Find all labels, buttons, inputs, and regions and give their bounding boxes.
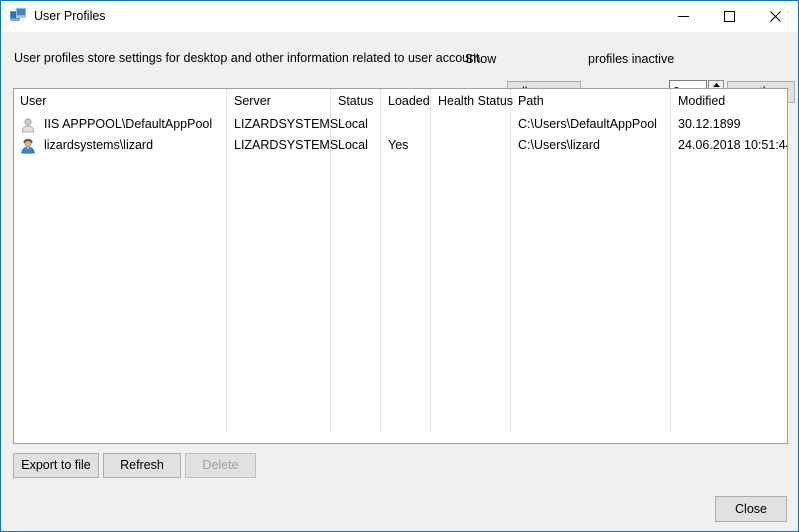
cell-server: LIZARDSYSTEMS: [234, 117, 338, 131]
close-button[interactable]: [752, 1, 798, 31]
column-header-status[interactable]: Status: [338, 94, 373, 108]
cell-user: lizardsystems\lizard: [44, 138, 153, 152]
show-label: Show: [465, 52, 496, 66]
description-text: User profiles store settings for desktop…: [14, 51, 483, 65]
cell-modified: 30.12.1899: [678, 117, 741, 131]
delete-button: Delete: [185, 453, 256, 478]
column-header-server[interactable]: Server: [234, 94, 271, 108]
column-header-modified[interactable]: Modified: [678, 94, 725, 108]
cell-path: C:\Users\lizard: [518, 138, 600, 152]
minimize-icon: [678, 11, 689, 22]
table-row[interactable]: lizardsystems\lizard LIZARDSYSTEMS Local…: [14, 136, 787, 157]
user-icon-inactive: [20, 117, 36, 133]
table-row[interactable]: IIS APPPOOL\DefaultAppPool LIZARDSYSTEMS…: [14, 115, 787, 136]
user-icon-active: [20, 138, 36, 154]
cell-user: IIS APPPOOL\DefaultAppPool: [44, 117, 212, 131]
column-header-health[interactable]: Health Status: [438, 94, 513, 108]
minimize-button[interactable]: [660, 1, 706, 31]
user-profiles-window: User Profiles User profiles store settin…: [0, 0, 799, 532]
user-profiles-icon: [10, 8, 27, 24]
close-icon: [770, 11, 781, 22]
cell-status: Local: [338, 138, 368, 152]
user-profiles-list[interactable]: User Server Status Loaded Health Status …: [13, 88, 788, 444]
cell-server: LIZARDSYSTEMS: [234, 138, 338, 152]
column-header-path[interactable]: Path: [518, 94, 544, 108]
close-dialog-button[interactable]: Close: [715, 496, 787, 522]
refresh-button[interactable]: Refresh: [103, 453, 181, 478]
column-header-loaded[interactable]: Loaded: [388, 94, 430, 108]
cell-loaded: Yes: [388, 138, 408, 152]
maximize-button[interactable]: [706, 1, 752, 31]
list-header-row: User Server Status Loaded Health Status …: [14, 89, 787, 113]
column-header-user[interactable]: User: [20, 94, 46, 108]
titlebar: User Profiles: [1, 1, 798, 33]
cell-status: Local: [338, 117, 368, 131]
profiles-inactive-label: profiles inactive: [588, 52, 674, 66]
cell-path: C:\Users\DefaultAppPool: [518, 117, 657, 131]
export-to-file-button[interactable]: Export to file: [13, 453, 99, 478]
window-title: User Profiles: [34, 8, 106, 24]
maximize-icon: [724, 11, 735, 22]
triangle-up-icon: [713, 83, 720, 87]
cell-modified: 24.06.2018 10:51:44: [678, 138, 788, 152]
info-filter-bar: User profiles store settings for desktop…: [2, 32, 797, 82]
